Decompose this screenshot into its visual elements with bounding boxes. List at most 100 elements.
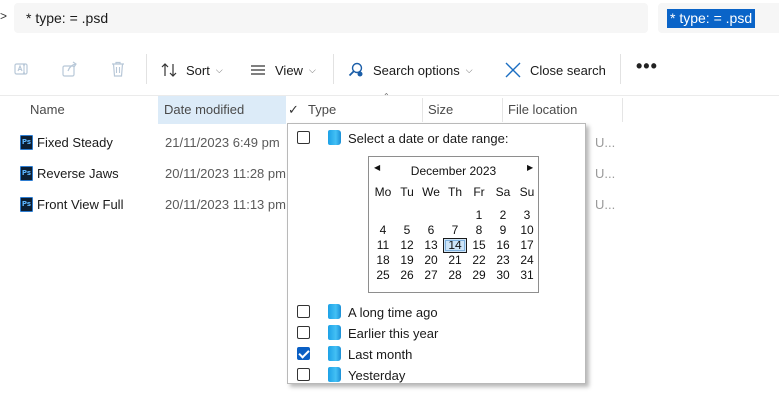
- chevron-right-icon[interactable]: >: [0, 9, 10, 25]
- calendar-day[interactable]: 25: [371, 268, 395, 283]
- calendar-day[interactable]: 7: [443, 223, 467, 238]
- toolbar-divider: [620, 54, 621, 84]
- date-range-label: Select a date or date range:: [348, 131, 509, 146]
- option-label: Earlier this year: [348, 326, 439, 341]
- calendar-day[interactable]: 19: [395, 253, 419, 268]
- date-range-checkbox[interactable]: [297, 131, 310, 144]
- calendar-month-title: December 2023: [410, 164, 497, 178]
- address-bar-row: > * type: = .psd * type: = .psd: [0, 0, 779, 38]
- column-divider[interactable]: [622, 98, 623, 122]
- delete-icon[interactable]: [109, 60, 127, 78]
- calendar-day[interactable]: 12: [395, 238, 419, 253]
- calendar-weekday-header: Tu: [400, 185, 414, 199]
- filter-checkmark-icon[interactable]: ✓: [288, 96, 299, 124]
- calendar-day[interactable]: 31: [515, 268, 539, 283]
- calendar-icon: [328, 367, 341, 382]
- date-range-option[interactable]: Select a date or date range:: [288, 128, 585, 148]
- search-options-button[interactable]: Search options ⌵: [347, 58, 473, 82]
- option-checkbox[interactable]: [297, 305, 310, 318]
- chevron-down-icon: ⌵: [465, 64, 473, 75]
- column-header-file-location[interactable]: File location: [502, 96, 622, 124]
- file-name: Fixed Steady: [37, 135, 113, 150]
- calendar-day[interactable]: 1: [467, 208, 491, 223]
- option-label: Yesterday: [348, 368, 406, 383]
- search-options-icon: [348, 62, 363, 77]
- toolbar-divider: [146, 54, 147, 84]
- calendar-day[interactable]: 8: [467, 223, 491, 238]
- file-name: Front View Full: [37, 197, 124, 212]
- filter-option-yesterday[interactable]: Yesterday: [288, 365, 585, 385]
- calendar-day[interactable]: 18: [371, 253, 395, 268]
- calendar-day[interactable]: 17: [515, 238, 539, 253]
- calendar-day[interactable]: 27: [419, 268, 443, 283]
- address-query: * type: = .psd: [26, 10, 109, 26]
- file-date: 20/11/2023 11:28 pm: [165, 166, 286, 181]
- option-checkbox[interactable]: [297, 326, 310, 339]
- sort-button[interactable]: Sort ⌵: [160, 58, 223, 82]
- address-bar[interactable]: * type: = .psd: [14, 3, 648, 33]
- calendar-day[interactable]: 9: [491, 223, 515, 238]
- calendar-day[interactable]: 3: [515, 208, 539, 223]
- photoshop-file-icon: Ps: [20, 135, 33, 150]
- column-header-date-modified[interactable]: Date modified ⌃: [158, 92, 390, 124]
- filter-option-last-month[interactable]: Last month: [288, 344, 585, 364]
- photoshop-file-icon: Ps: [20, 166, 33, 181]
- file-row[interactable]: Ps Reverse Jaws 20/11/2023 11:28 pm: [0, 160, 290, 188]
- calendar-day[interactable]: 30: [491, 268, 515, 283]
- close-search-button[interactable]: Close search: [504, 58, 606, 82]
- calendar-day[interactable]: 2: [491, 208, 515, 223]
- calendar-day[interactable]: 24: [515, 253, 539, 268]
- calendar-day[interactable]: 28: [443, 268, 467, 283]
- view-icon: [251, 65, 265, 75]
- calendar-day[interactable]: 21: [443, 253, 467, 268]
- file-row[interactable]: Ps Front View Full 20/11/2023 11:13 pm: [0, 191, 290, 219]
- filter-option-a-long-time-ago[interactable]: A long time ago: [288, 302, 585, 322]
- column-header-type[interactable]: Type: [302, 96, 422, 124]
- close-search-label: Close search: [530, 62, 606, 78]
- calendar-day[interactable]: 20: [419, 253, 443, 268]
- more-options-icon[interactable]: •••: [636, 56, 658, 77]
- calendar-day[interactable]: 11: [371, 238, 395, 253]
- column-header-row: Name Date modified ⌃ ✓ Type Size File lo…: [0, 92, 779, 124]
- calendar-icon: [328, 304, 341, 319]
- calendar-day[interactable]: 10: [515, 223, 539, 238]
- chevron-down-icon: ⌵: [308, 64, 316, 75]
- calendar-day[interactable]: 13: [419, 238, 443, 253]
- view-button[interactable]: View ⌵: [249, 58, 316, 82]
- file-location: U...: [595, 166, 616, 181]
- rename-icon[interactable]: [13, 60, 31, 78]
- file-date: 21/11/2023 6:49 pm: [165, 135, 280, 150]
- option-label: Last month: [348, 347, 413, 362]
- calendar-weekday-header: Fr: [473, 185, 485, 199]
- column-header-name[interactable]: Name: [24, 96, 158, 124]
- file-location: U...: [595, 197, 616, 212]
- calendar-day[interactable]: 26: [395, 268, 419, 283]
- sort-icon: [161, 63, 177, 77]
- calendar-day[interactable]: 6: [419, 223, 443, 238]
- file-date: 20/11/2023 11:13 pm: [165, 197, 286, 212]
- option-checkbox-checked[interactable]: [297, 347, 310, 360]
- calendar-day[interactable]: 5: [395, 223, 419, 238]
- search-selected-text: * type: = .psd: [667, 9, 756, 28]
- option-checkbox[interactable]: [297, 368, 310, 381]
- next-month-icon[interactable]: ▶: [527, 163, 533, 172]
- toolbar-divider: [333, 54, 334, 84]
- calendar-day[interactable]: 23: [491, 253, 515, 268]
- search-input[interactable]: * type: = .psd: [658, 3, 779, 33]
- file-row[interactable]: Ps Fixed Steady 21/11/2023 6:49 pm: [0, 129, 290, 157]
- calendar-icon: [328, 325, 341, 340]
- calendar-day[interactable]: 16: [491, 238, 515, 253]
- calendar-day[interactable]: 22: [467, 253, 491, 268]
- calendar-icon: [328, 346, 341, 361]
- filter-option-earlier-this-year[interactable]: Earlier this year: [288, 323, 585, 343]
- chevron-down-icon: ⌵: [215, 64, 223, 75]
- calendar-day[interactable]: 29: [467, 268, 491, 283]
- calendar-day[interactable]: 15: [467, 238, 491, 253]
- share-icon[interactable]: [61, 60, 79, 78]
- calendar-weekday-header: Mo: [374, 185, 392, 199]
- calendar-weekday-header: Th: [447, 185, 462, 199]
- calendar-day[interactable]: 4: [371, 223, 395, 238]
- column-header-size[interactable]: Size: [422, 96, 502, 124]
- calendar-day-selected[interactable]: 14: [443, 237, 467, 253]
- close-icon: [505, 62, 521, 78]
